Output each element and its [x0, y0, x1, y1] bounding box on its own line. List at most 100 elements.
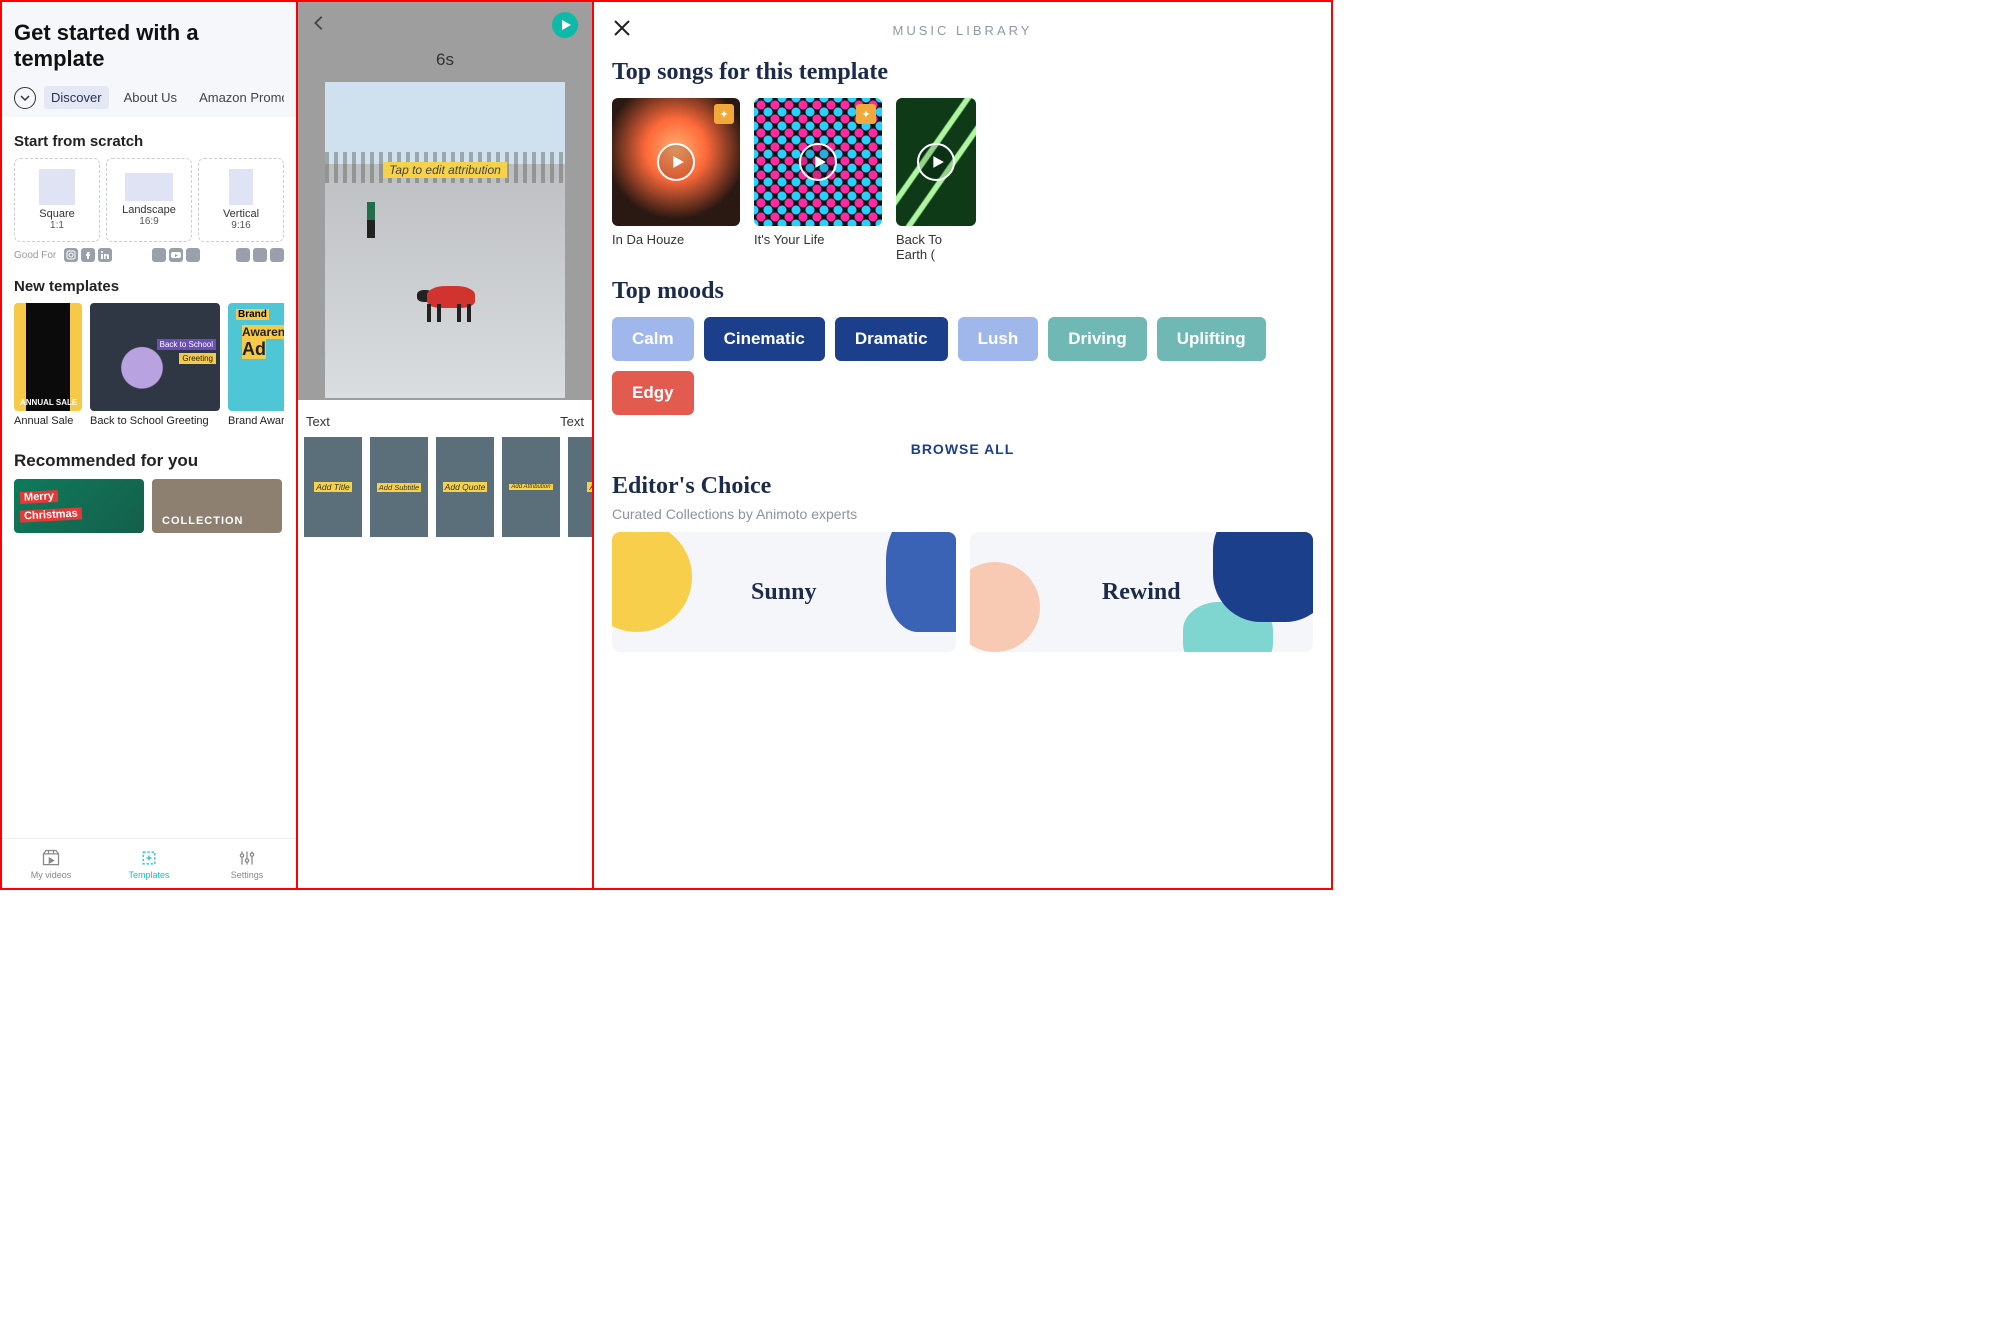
- scratch-ratio: 9:16: [231, 220, 250, 231]
- back-button[interactable]: [310, 14, 328, 37]
- scratch-landscape[interactable]: Landscape 16:9: [106, 158, 192, 242]
- collection-label: Sunny: [751, 579, 816, 606]
- song-name: In Da Houze: [612, 232, 740, 247]
- recommended-card[interactable]: [152, 479, 282, 533]
- clip-add[interactable]: Add: [568, 437, 592, 537]
- scratch-label: Landscape: [122, 204, 176, 216]
- page-title: Get started with a template: [14, 20, 284, 72]
- music-library-screen: MUSIC LIBRARY Top songs for this templat…: [594, 2, 1331, 888]
- nav-my-videos[interactable]: My videos: [2, 839, 100, 888]
- editors-choice-subtitle: Curated Collections by Animoto experts: [612, 506, 1313, 522]
- template-card[interactable]: Brand AwarenessAd Brand Awareness: [228, 303, 284, 427]
- collection-card-sunny[interactable]: Sunny: [612, 532, 956, 652]
- scratch-ratio: 1:1: [50, 220, 64, 231]
- facebook-icon: [270, 248, 284, 262]
- nav-settings[interactable]: Settings: [198, 839, 296, 888]
- mood-chip[interactable]: Lush: [958, 317, 1039, 361]
- play-icon[interactable]: [657, 143, 695, 181]
- template-name: Brand Awareness: [228, 415, 284, 427]
- new-templates-heading: New templates: [14, 278, 284, 295]
- mood-chip[interactable]: Cinematic: [704, 317, 825, 361]
- song-thumb: ✦: [612, 98, 740, 226]
- collection-label: Rewind: [1102, 579, 1181, 606]
- template-thumb: [14, 303, 82, 411]
- scratch-label: Vertical: [223, 208, 259, 220]
- clip-add-attribution[interactable]: Add Attribution: [502, 437, 560, 537]
- nav-label: Settings: [231, 870, 264, 880]
- template-card[interactable]: Back to School Greeting Back to School G…: [90, 303, 220, 427]
- landscape-icon: [125, 173, 173, 201]
- igtv-icon: [253, 248, 267, 262]
- template-name: Back to School Greeting: [90, 415, 220, 427]
- screen-title: MUSIC LIBRARY: [632, 23, 1293, 38]
- sparkle-badge-icon: ✦: [856, 104, 876, 124]
- moods-grid: CalmCinematicDramaticLushDrivingUpliftin…: [612, 317, 1313, 415]
- tab-amazon-promo[interactable]: Amazon Promo: [192, 86, 284, 109]
- song-card[interactable]: Back To Earth (: [896, 98, 976, 262]
- recommended-heading: Recommended for you: [14, 451, 284, 471]
- youtube-icon: [169, 248, 183, 262]
- category-tabs: Discover About Us Amazon Promo Behind: [14, 86, 284, 109]
- template-thumb: Back to School Greeting: [90, 303, 220, 411]
- mood-chip[interactable]: Uplifting: [1157, 317, 1266, 361]
- scratch-square[interactable]: Square 1:1: [14, 158, 100, 242]
- attribution-overlay[interactable]: Tap to edit attribution: [383, 162, 507, 178]
- nav-templates[interactable]: Templates: [100, 839, 198, 888]
- duration-label: 6s: [298, 2, 592, 70]
- song-thumb: ✦: [754, 98, 882, 226]
- text-label-left: Text: [306, 414, 330, 429]
- nav-label: My videos: [31, 870, 72, 880]
- play-button[interactable]: [552, 12, 578, 38]
- video-preview[interactable]: Tap to edit attribution: [325, 82, 565, 398]
- clip-add-title[interactable]: Add Title: [304, 437, 362, 537]
- template-name: Annual Sale: [14, 415, 82, 427]
- scratch-vertical[interactable]: Vertical 9:16: [198, 158, 284, 242]
- nav-label: Templates: [128, 870, 169, 880]
- dog-graphic: [413, 280, 493, 328]
- scratch-heading: Start from scratch: [14, 133, 284, 150]
- vertical-icon: [229, 169, 253, 205]
- editor-screen: 6s Tap to edit attribution Text Text Add…: [298, 2, 594, 888]
- scratch-label: Square: [39, 208, 74, 220]
- good-for-label: Good For: [14, 250, 64, 261]
- template-thumb: Brand AwarenessAd: [228, 303, 284, 411]
- play-icon[interactable]: [799, 143, 837, 181]
- templates-screen: Get started with a template Discover Abo…: [2, 2, 298, 888]
- categories-dropdown[interactable]: [14, 87, 36, 109]
- song-card[interactable]: ✦ It's Your Life: [754, 98, 882, 262]
- scratch-ratio: 16:9: [139, 216, 158, 227]
- play-icon[interactable]: [917, 143, 955, 181]
- top-moods-heading: Top moods: [612, 278, 1313, 305]
- editors-choice-heading: Editor's Choice: [612, 473, 1313, 500]
- clip-add-quote[interactable]: Add Quote: [436, 437, 494, 537]
- text-clips-strip[interactable]: Add Title Add Subtitle Add Quote Add Att…: [298, 437, 592, 547]
- facebook-icon: [81, 248, 95, 262]
- song-name: Back To Earth (: [896, 232, 976, 262]
- bottom-nav: My videos Templates Settings: [2, 838, 296, 888]
- song-card[interactable]: ✦ In Da Houze: [612, 98, 740, 262]
- mood-chip[interactable]: Edgy: [612, 371, 694, 415]
- tab-discover[interactable]: Discover: [44, 86, 109, 109]
- linkedin-icon: [186, 248, 200, 262]
- instagram-icon: [236, 248, 250, 262]
- square-icon: [39, 169, 75, 205]
- skier-graphic: [363, 202, 379, 246]
- recommended-card[interactable]: Merry Christmas: [14, 479, 144, 533]
- facebook-icon: [152, 248, 166, 262]
- mood-chip[interactable]: Dramatic: [835, 317, 948, 361]
- sparkle-badge-icon: ✦: [714, 104, 734, 124]
- browse-all-link[interactable]: BROWSE ALL: [594, 441, 1331, 457]
- top-songs-heading: Top songs for this template: [612, 59, 1313, 86]
- collection-card-rewind[interactable]: Rewind: [970, 532, 1314, 652]
- song-name: It's Your Life: [754, 232, 882, 247]
- mood-chip[interactable]: Driving: [1048, 317, 1147, 361]
- tab-about-us[interactable]: About Us: [117, 86, 184, 109]
- text-label-right: Text: [560, 414, 584, 429]
- song-thumb: [896, 98, 976, 226]
- linkedin-icon: [98, 248, 112, 262]
- mood-chip[interactable]: Calm: [612, 317, 694, 361]
- close-button[interactable]: [612, 18, 632, 43]
- template-card[interactable]: Annual Sale: [14, 303, 82, 427]
- instagram-icon: [64, 248, 78, 262]
- clip-add-subtitle[interactable]: Add Subtitle: [370, 437, 428, 537]
